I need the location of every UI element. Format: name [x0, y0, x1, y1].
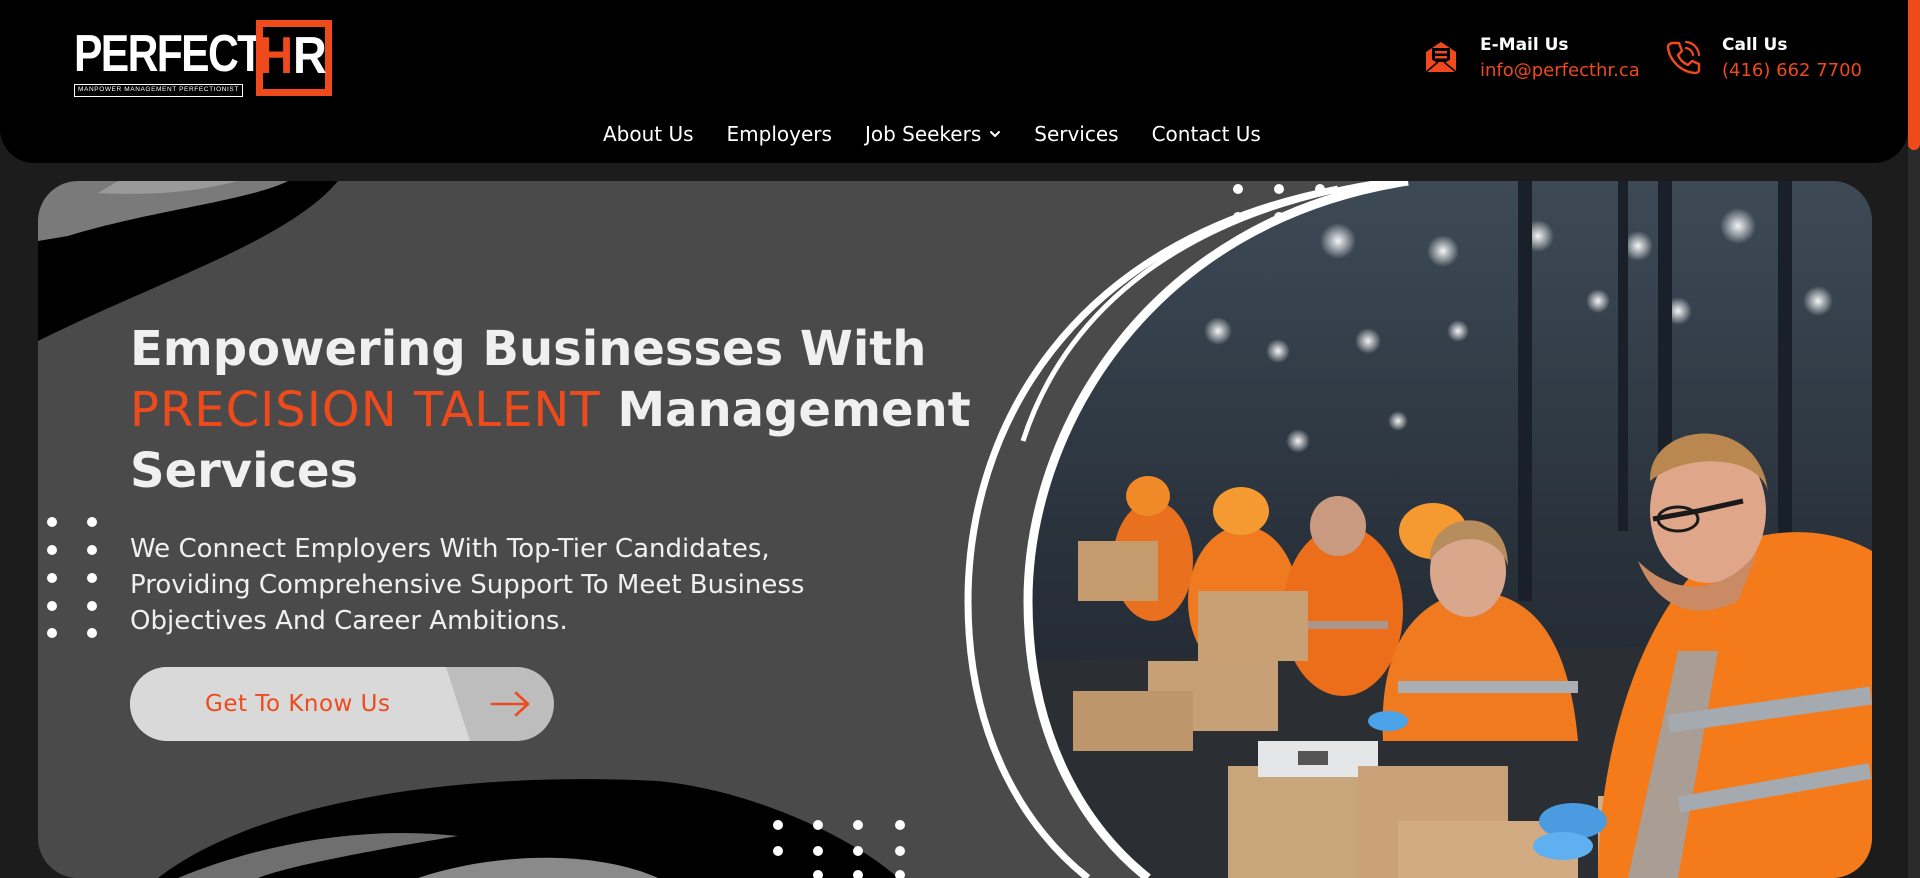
hero-title: Empowering Businesses With PRECISION TAL… [130, 319, 990, 502]
dot-grid-left [47, 517, 97, 638]
scrollbar-thumb[interactable] [1908, 0, 1920, 150]
hero-title-accent: PRECISION TALENT [130, 382, 601, 438]
nav-about-us[interactable]: About Us [603, 118, 694, 150]
hero-title-line2: Management [617, 382, 971, 438]
nav-employers[interactable]: Employers [727, 118, 832, 150]
logo-tagline: MANPOWER MANAGEMENT PERFECTIONIST [74, 84, 243, 97]
hero-title-line3: Services [130, 443, 359, 499]
hero-subtitle-line3: Objectives And Career Ambitions. [130, 606, 568, 636]
email-link[interactable]: info@perfecthr.ca [1480, 57, 1640, 85]
email-label: E-Mail Us [1480, 35, 1569, 55]
email-contact[interactable]: E-Mail Us info@perfecthr.ca [1422, 33, 1640, 85]
email-text: E-Mail Us info@perfecthr.ca [1480, 33, 1640, 85]
brand-logo[interactable]: PERFECT MANPOWER MANAGEMENT PERFECTIONIS… [74, 18, 334, 100]
hero-decoration [38, 181, 1407, 878]
phone-link[interactable]: (416) 662 7700 [1722, 57, 1862, 85]
dot-grid-top [1233, 184, 1407, 248]
phone-icon [1666, 40, 1701, 75]
nav-contact-us[interactable]: Contact Us [1152, 118, 1261, 150]
hero-subtitle: We Connect Employers With Top-Tier Candi… [130, 531, 910, 639]
nav-services[interactable]: Services [1034, 118, 1118, 150]
hero-section: Empowering Businesses With PRECISION TAL… [38, 181, 1872, 878]
call-text: Call Us (416) 662 7700 [1722, 33, 1862, 85]
logo-wordmark: PERFECT [74, 25, 263, 83]
page: PERFECT MANPOWER MANAGEMENT PERFECTIONIS… [0, 0, 1920, 878]
chevron-down-icon [990, 131, 1001, 137]
arrow-right-icon [490, 691, 530, 717]
scrollbar-track[interactable] [1908, 0, 1920, 878]
call-label: Call Us [1722, 35, 1788, 55]
envelope-icon [1425, 42, 1457, 73]
hero-subtitle-line1: We Connect Employers With Top-Tier Candi… [130, 534, 770, 564]
nav-job-seekers[interactable]: Job Seekers [865, 118, 1001, 150]
call-contact[interactable]: Call Us (416) 662 7700 [1664, 33, 1862, 85]
get-to-know-us-button[interactable]: Get To Know Us [130, 667, 554, 741]
main-nav: About Us Employers Job Seekers Services … [603, 118, 1261, 150]
hero-title-line1: Empowering Businesses With [130, 321, 927, 377]
site-header: PERFECT MANPOWER MANAGEMENT PERFECTIONIS… [0, 0, 1908, 163]
cta-label: Get To Know Us [205, 691, 391, 717]
logo-mark: HR [259, 27, 327, 85]
hero-subtitle-line2: Providing Comprehensive Support To Meet … [130, 570, 805, 600]
